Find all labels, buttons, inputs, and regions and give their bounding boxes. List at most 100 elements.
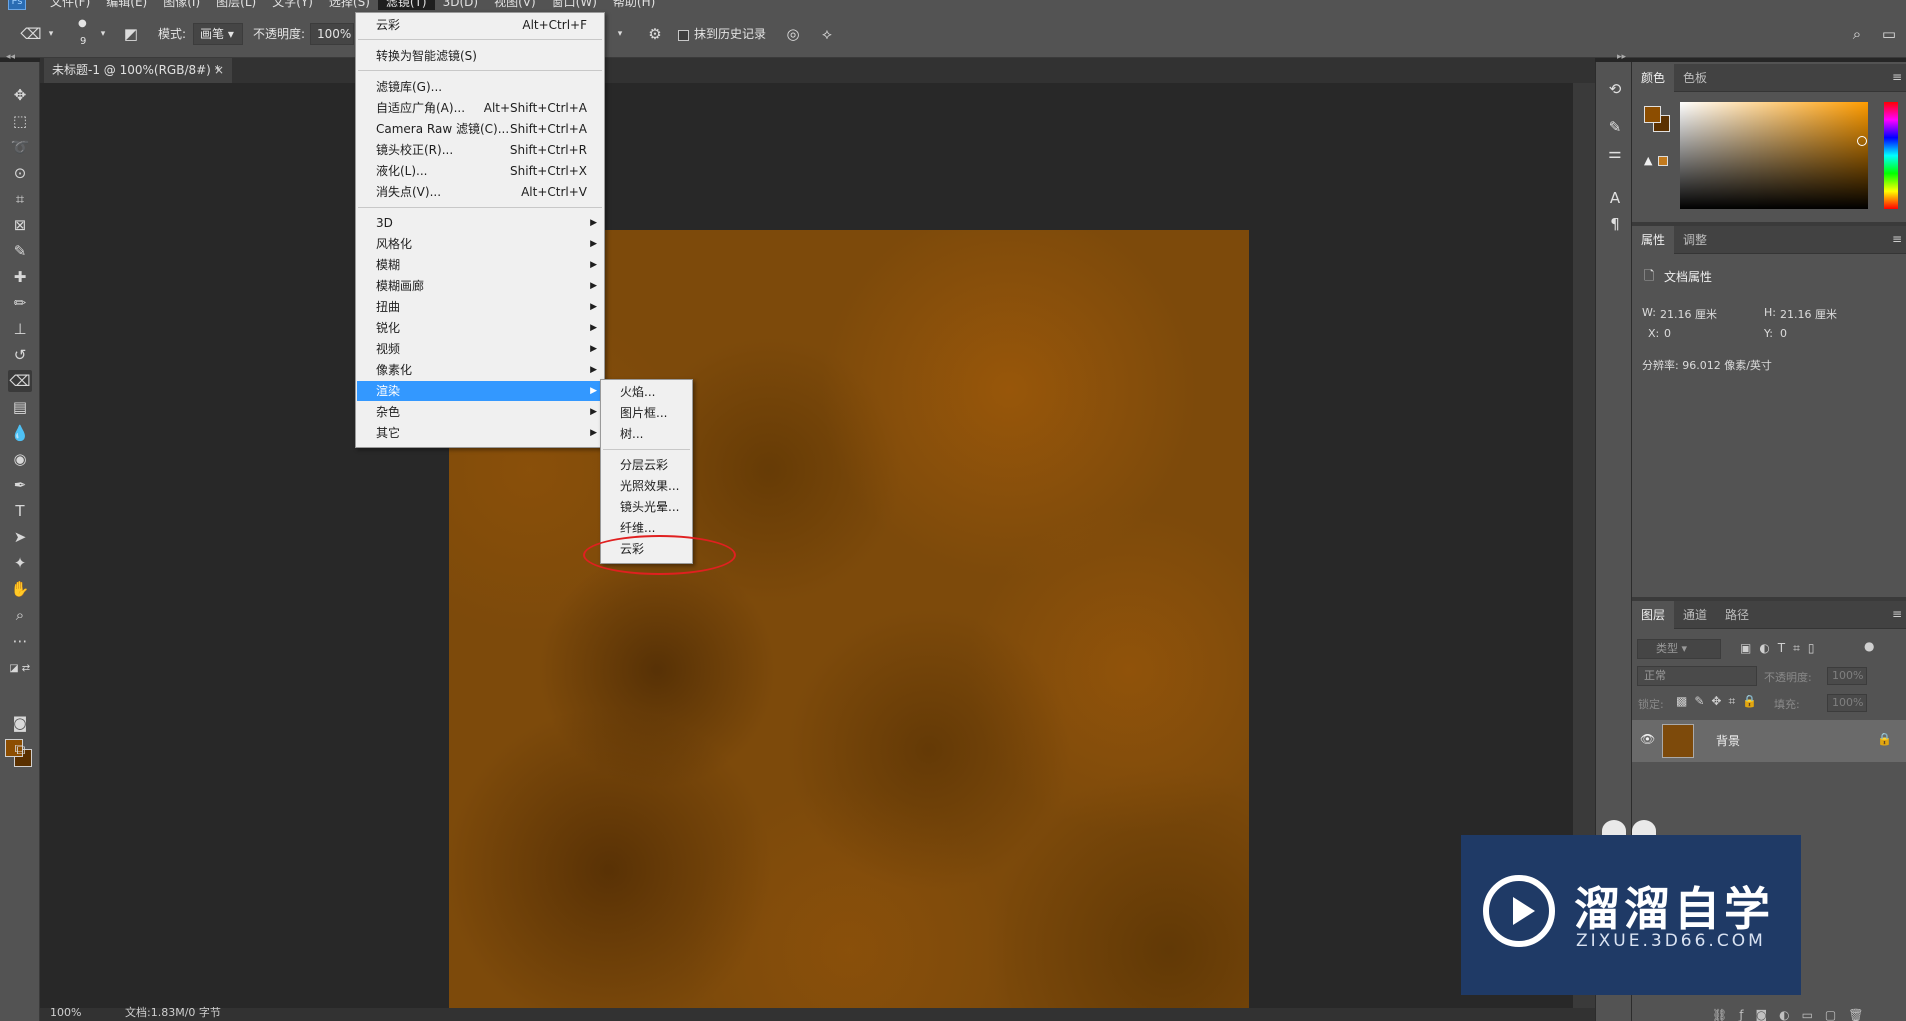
menu-item-blur[interactable]: 模糊 ▶ <box>357 255 603 275</box>
lock-options-icons[interactable]: ▩✎✥⌗🔒 <box>1676 694 1764 709</box>
blur-tool-icon[interactable]: 💧 <box>8 422 32 444</box>
menu-file[interactable]: 文件(F) <box>42 0 98 10</box>
y-value[interactable]: 0 <box>1780 327 1787 340</box>
menu-help[interactable]: 帮助(H) <box>605 0 663 10</box>
shape-tool-icon[interactable]: ✦ <box>8 552 32 574</box>
document-info[interactable]: 文档:1.83M/0 字节 <box>125 1002 221 1021</box>
panel-foreground-swatch[interactable] <box>1644 106 1661 123</box>
collapse-toolbar-icon[interactable]: ◂◂ <box>6 52 15 62</box>
menu-item-video[interactable]: 视频 ▶ <box>357 339 603 359</box>
character-panel-icon[interactable]: A <box>1604 187 1626 209</box>
zoom-level[interactable]: 100% <box>50 1002 81 1021</box>
submenu-item-tree[interactable]: 树... <box>602 424 691 444</box>
gamut-warning-icon[interactable]: ▲ <box>1644 154 1652 167</box>
type-tool-icon[interactable]: T <box>8 500 32 522</box>
menu-item-sharpen[interactable]: 锐化 ▶ <box>357 318 603 338</box>
flow-chevron-icon[interactable]: ▾ <box>614 22 626 46</box>
screen-mode-icon[interactable]: ⧉ <box>8 738 32 760</box>
brush-tool-icon[interactable]: ✏ <box>8 292 32 314</box>
erase-history-checkbox[interactable] <box>678 30 689 41</box>
blend-mode-select[interactable]: 正常 <box>1637 666 1757 686</box>
settings-gear-icon[interactable]: ⚙ <box>644 22 666 46</box>
gradient-tool-icon[interactable]: ▤ <box>8 396 32 418</box>
quick-mask-icon[interactable]: ◙ <box>8 712 32 734</box>
close-tab-icon[interactable]: × <box>214 58 224 83</box>
marquee-tool-icon[interactable]: ⬚ <box>8 110 32 132</box>
menu-item-convert-smart-filter[interactable]: 转换为智能滤镜(S) <box>357 46 603 66</box>
canvas-workspace[interactable] <box>40 83 1595 1021</box>
menu-type[interactable]: 文字(Y) <box>264 0 321 10</box>
path-select-tool-icon[interactable]: ➤ <box>8 526 32 548</box>
healing-brush-tool-icon[interactable]: ✚ <box>8 266 32 288</box>
tab-color[interactable]: 颜色 <box>1632 64 1675 92</box>
lasso-tool-icon[interactable]: ➰ <box>8 136 32 158</box>
menu-item-vanishing-point[interactable]: 消失点(V)... Alt+Ctrl+V <box>357 182 603 202</box>
layer-filter-select[interactable]: 类型 ▾ <box>1637 639 1721 659</box>
collapse-panels-icon[interactable]: ▸▸ <box>1617 52 1626 62</box>
menu-item-distort[interactable]: 扭曲 ▶ <box>357 297 603 317</box>
menu-item-noise[interactable]: 杂色 ▶ <box>357 402 603 422</box>
fill-input[interactable]: 100% <box>1827 694 1867 712</box>
eye-visibility-icon[interactable]: 👁 <box>1640 732 1655 746</box>
swap-colors-icon[interactable]: ⇄ <box>14 658 38 680</box>
workspace-icon[interactable]: ▭ <box>1878 22 1900 46</box>
pressure-opacity-icon[interactable]: ◎ <box>782 22 804 46</box>
menu-edit[interactable]: 编辑(E) <box>98 0 155 10</box>
menu-item-clouds-last[interactable]: 云彩 Alt+Ctrl+F <box>357 15 603 35</box>
eraser-tool-preset-icon[interactable]: ⌫ <box>20 22 42 46</box>
menu-item-stylize[interactable]: 风格化 ▶ <box>357 234 603 254</box>
adjustments-panel-icon[interactable]: ⚌ <box>1604 142 1626 164</box>
layer-filter-icons[interactable]: ▣◐T⌗▯ <box>1740 641 1823 656</box>
opacity-input[interactable]: 100% <box>310 23 354 45</box>
menu-image[interactable]: 图像(I) <box>155 0 208 10</box>
panel-menu-icon[interactable]: ≡ <box>1892 70 1902 84</box>
menu-window[interactable]: 窗口(W) <box>544 0 605 10</box>
menu-item-render[interactable]: 渲染 ▶ <box>357 381 603 401</box>
submenu-item-picture-frame[interactable]: 图片框... <box>602 403 691 423</box>
lock-icon[interactable]: 🔒 <box>1877 732 1892 746</box>
menu-item-adaptive-wide-angle[interactable]: 自适应广角(A)... Alt+Shift+Ctrl+A <box>357 98 603 118</box>
filter-toggle-icon[interactable]: ● <box>1864 639 1874 653</box>
submenu-item-lens-flare[interactable]: 镜头光晕... <box>602 497 691 517</box>
color-saturation-field[interactable] <box>1680 102 1868 209</box>
menu-view[interactable]: 视图(V) <box>486 0 544 10</box>
chevron-down-icon[interactable]: ▾ <box>46 22 56 46</box>
brush-settings-panel-icon[interactable]: ✎ <box>1604 116 1626 138</box>
hue-slider[interactable] <box>1884 102 1898 209</box>
more-tools-icon[interactable]: ⋯ <box>8 630 32 652</box>
search-icon[interactable]: ⌕ <box>1846 22 1868 46</box>
crop-tool-icon[interactable]: ⌗ <box>8 188 32 210</box>
color-picker-marker[interactable] <box>1857 136 1867 146</box>
submenu-item-lighting-effects[interactable]: 光照效果... <box>602 476 691 496</box>
tab-swatches[interactable]: 色板 <box>1674 64 1716 92</box>
frame-tool-icon[interactable]: ⊠ <box>8 214 32 236</box>
menu-layer[interactable]: 图层(L) <box>208 0 264 10</box>
tab-adjustments[interactable]: 调整 <box>1674 226 1716 254</box>
brush-picker-chevron-icon[interactable]: ▾ <box>98 22 108 46</box>
menu-item-other[interactable]: 其它 ▶ <box>357 423 603 443</box>
layer-name[interactable]: 背景 <box>1716 732 1740 749</box>
width-value[interactable]: 21.16 厘米 <box>1660 306 1717 322</box>
layer-row[interactable]: 👁 背景 🔒 <box>1632 720 1906 762</box>
dodge-tool-icon[interactable]: ◉ <box>8 448 32 470</box>
menu-select[interactable]: 选择(S) <box>321 0 378 10</box>
clone-stamp-tool-icon[interactable]: ⊥ <box>8 318 32 340</box>
menu-item-camera-raw[interactable]: Camera Raw 滤镜(C)... Shift+Ctrl+A <box>357 119 603 139</box>
menu-item-liquify[interactable]: 液化(L)... Shift+Ctrl+X <box>357 161 603 181</box>
x-value[interactable]: 0 <box>1664 327 1671 340</box>
quick-select-tool-icon[interactable]: ⊙ <box>8 162 32 184</box>
brush-dot-icon[interactable]: ● <box>78 18 87 30</box>
menu-item-lens-correction[interactable]: 镜头校正(R)... Shift+Ctrl+R <box>357 140 603 160</box>
gamut-warning-swatch[interactable] <box>1658 156 1668 166</box>
height-value[interactable]: 21.16 厘米 <box>1780 306 1837 322</box>
history-brush-tool-icon[interactable]: ↺ <box>8 344 32 366</box>
eraser-tool-icon[interactable]: ⌫ <box>8 370 32 392</box>
tab-properties[interactable]: 属性 <box>1632 226 1675 254</box>
layers-footer-icons[interactable]: ⛓ƒ◙◐▭▢🗑 <box>1712 1008 1875 1021</box>
symmetry-butterfly-icon[interactable]: ⟡ <box>816 22 838 46</box>
tab-layers[interactable]: 图层 <box>1632 601 1675 629</box>
panel-menu-icon[interactable]: ≡ <box>1892 607 1902 621</box>
zoom-tool-icon[interactable]: ⌕ <box>8 604 32 626</box>
submenu-item-difference-clouds[interactable]: 分层云彩 <box>602 455 691 475</box>
menu-item-pixelate[interactable]: 像素化 ▶ <box>357 360 603 380</box>
